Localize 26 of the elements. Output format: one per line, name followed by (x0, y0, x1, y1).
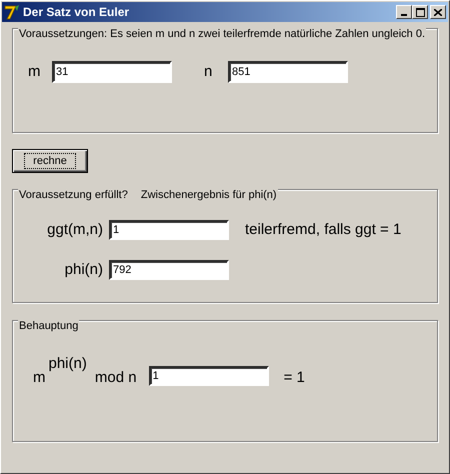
input-field[interactable]: 1 (109, 220, 229, 240)
input-field[interactable]: 31 (52, 61, 172, 83)
group-legend: Voraussetzung erfüllt? (19, 189, 128, 201)
input-field[interactable]: 792 (109, 260, 229, 280)
input-field[interactable]: 1 (148, 366, 269, 386)
formula-exponent: phi(n) (48, 355, 87, 373)
formula-result: = 1 (284, 369, 305, 387)
app-logo-icon (4, 4, 20, 20)
close-button[interactable] (430, 5, 446, 19)
field-label: phi(n) (64, 261, 103, 279)
group-legend: Behauptung (19, 320, 78, 332)
hint-text: teilerfremd, falls ggt = 1 (244, 220, 402, 240)
field-label: n (204, 63, 214, 81)
maximize-button[interactable] (412, 5, 428, 19)
maximize-icon (416, 8, 424, 16)
field-label: m (28, 63, 42, 81)
input-field[interactable]: 851 (228, 61, 348, 83)
compute-button[interactable]: rechne (12, 149, 88, 173)
field-label: ggt(m,n) (46, 221, 103, 239)
minimize-button[interactable] (396, 5, 412, 19)
formula-operator: mod n (94, 369, 137, 387)
window-title: Der Satz von Euler (23, 5, 130, 19)
group-legend: Voraussetzungen: Es seien m und n zwei teilerfremde natürliche Zahlen ungleich 0. (19, 28, 426, 40)
group-legend: Zwischenergebnis für phi(n) (140, 189, 277, 201)
close-icon (434, 8, 442, 16)
formula-base: m (33, 369, 46, 387)
